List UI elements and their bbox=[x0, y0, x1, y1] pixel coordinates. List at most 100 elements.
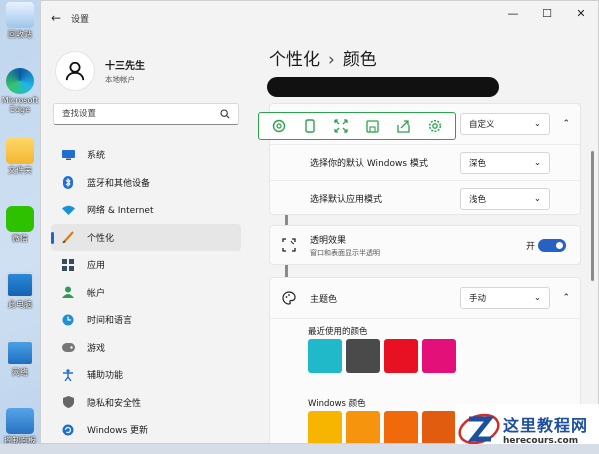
chevron-down-icon: ⌄ bbox=[533, 193, 541, 204]
phone-icon[interactable] bbox=[300, 116, 320, 136]
monitor-icon bbox=[61, 148, 75, 162]
sidebar-item-windows-update[interactable]: Windows 更新 bbox=[51, 416, 241, 443]
sidebar-item-accounts[interactable]: 帐户 bbox=[51, 279, 241, 307]
accessibility-icon bbox=[61, 368, 75, 382]
sidebar-item-system[interactable]: 系统 bbox=[51, 141, 241, 169]
ocr-icon[interactable] bbox=[269, 116, 289, 136]
sidebar-item-label: Windows 更新 bbox=[87, 426, 149, 437]
sidebar-item-bluetooth[interactable]: 蓝牙和其他设备 bbox=[51, 169, 241, 197]
recent-colors-label: 最近使用的颜色 bbox=[308, 327, 368, 337]
recycle-bin-icon bbox=[6, 2, 34, 28]
breadcrumb-separator: › bbox=[328, 50, 335, 70]
dropdown-value: 自定义 bbox=[469, 120, 495, 130]
sidebar-item-label: 辅助功能 bbox=[87, 371, 124, 382]
toggle-state-label: 开 bbox=[525, 241, 535, 252]
update-icon bbox=[61, 423, 75, 437]
gamepad-icon bbox=[61, 340, 75, 354]
app-mode-row: 选择默认应用模式 浅色 ⌄ bbox=[270, 180, 580, 216]
user-name: 十三先生 bbox=[105, 61, 145, 72]
avatar bbox=[55, 51, 95, 91]
desktop-icon-edge[interactable]: Microsoft Edge bbox=[0, 68, 40, 114]
brush-icon bbox=[61, 230, 75, 244]
folder-icon bbox=[6, 138, 34, 164]
dropdown-value: 浅色 bbox=[469, 194, 487, 205]
gear-icon[interactable] bbox=[425, 116, 445, 136]
bluetooth-icon bbox=[61, 175, 75, 189]
transparency-toggle[interactable] bbox=[538, 238, 566, 252]
accent-color-dropdown[interactable]: 手动 ⌄ bbox=[460, 287, 550, 309]
windows-mode-row: 选择你的默认 Windows 模式 深色 ⌄ bbox=[270, 144, 580, 180]
desktop-icon-label: 文件夹 bbox=[8, 166, 32, 175]
close-button[interactable]: ✕ bbox=[564, 7, 598, 20]
palette-icon bbox=[282, 291, 296, 308]
windows-color-swatch[interactable] bbox=[422, 411, 456, 443]
settings-window: ← 设置 — ☐ ✕ 十三先生 本地帐户 查找设置 系统 蓝牙和其他设备 网络 … bbox=[40, 0, 599, 444]
windows-color-swatch[interactable] bbox=[384, 411, 418, 443]
sidebar-item-label: 隐私和安全性 bbox=[87, 398, 142, 409]
taskbar bbox=[0, 444, 599, 454]
sidebar-item-label: 蓝牙和其他设备 bbox=[87, 178, 151, 189]
sidebar-item-label: 系统 bbox=[87, 151, 106, 162]
back-button[interactable]: ← bbox=[41, 11, 71, 25]
sidebar-item-label: 个性化 bbox=[87, 233, 115, 244]
desktop-icon-label: 此电脑 bbox=[8, 300, 32, 309]
transparency-icon bbox=[282, 238, 296, 255]
user-profile[interactable]: 十三先生 本地帐户 bbox=[41, 35, 246, 97]
sidebar-item-accessibility[interactable]: 辅助功能 bbox=[51, 361, 241, 389]
sidebar-nav: 系统 蓝牙和其他设备 网络 & Internet 个性化 应用 帐户 时间和语言… bbox=[51, 141, 241, 443]
sidebar-item-personalization[interactable]: 个性化 bbox=[51, 223, 241, 251]
windows-colors-label: Windows 颜色 bbox=[308, 399, 366, 409]
sidebar-item-privacy[interactable]: 隐私和安全性 bbox=[51, 389, 241, 417]
transparency-card: 透明效果 窗口和表面显示半透明 开 bbox=[269, 225, 581, 265]
sidebar-item-time-language[interactable]: 时间和语言 bbox=[51, 306, 241, 334]
window-controls: — ☐ ✕ bbox=[496, 7, 598, 20]
sidebar-item-label: 时间和语言 bbox=[87, 316, 133, 327]
desktop-icon-wechat[interactable]: 微信 bbox=[0, 206, 40, 243]
breadcrumb-current: 颜色 bbox=[342, 50, 377, 70]
content-scrollbar[interactable] bbox=[591, 151, 594, 281]
desktop-icon-control-panel[interactable]: 控制面板 bbox=[0, 408, 40, 445]
main-content: 个性化 › 颜色 自定义 ⌄ ⌃ 选择你的默认 Windows 模式 深色 ⌄ bbox=[261, 35, 591, 443]
windows-color-swatch[interactable] bbox=[346, 411, 380, 443]
watermark-text: 这里教程网 herecours.com bbox=[503, 412, 588, 446]
save-icon[interactable] bbox=[363, 116, 383, 136]
desktop-icon-recycle-bin[interactable]: 回收站 bbox=[0, 2, 40, 39]
dropdown-value: 深色 bbox=[469, 158, 487, 169]
search-input[interactable] bbox=[62, 109, 220, 119]
windows-color-swatch[interactable] bbox=[308, 411, 342, 443]
chevron-up-icon[interactable]: ⌃ bbox=[562, 119, 570, 129]
desktop-icon-network[interactable]: 网络 bbox=[0, 340, 40, 377]
sidebar-item-network[interactable]: 网络 & Internet bbox=[51, 196, 241, 224]
sidebar-item-gaming[interactable]: 游戏 bbox=[51, 334, 241, 362]
account-icon bbox=[61, 285, 75, 299]
desktop-icon-this-pc[interactable]: 此电脑 bbox=[0, 272, 40, 309]
window-title: 设置 bbox=[71, 14, 90, 25]
dropdown-value: 手动 bbox=[469, 294, 487, 304]
breadcrumb-parent[interactable]: 个性化 bbox=[269, 50, 320, 70]
recent-color-swatch[interactable] bbox=[346, 339, 380, 373]
desktop-icon-label: Microsoft Edge bbox=[1, 96, 39, 114]
watermark-title: 这里教程网 bbox=[503, 416, 589, 435]
desktop-icon-label: 回收站 bbox=[8, 30, 32, 39]
shield-icon bbox=[61, 395, 75, 409]
share-icon[interactable] bbox=[394, 116, 414, 136]
floating-toolbar bbox=[258, 112, 456, 140]
color-mode-dropdown[interactable]: 自定义 ⌄ bbox=[460, 113, 550, 135]
page-title: 个性化 › 颜色 bbox=[269, 45, 377, 70]
wechat-icon bbox=[6, 206, 34, 232]
user-icon bbox=[65, 61, 85, 81]
expand-icon[interactable] bbox=[331, 116, 351, 136]
chevron-up-icon[interactable]: ⌃ bbox=[562, 293, 570, 303]
app-mode-dropdown[interactable]: 浅色 ⌄ bbox=[460, 187, 550, 210]
apps-icon bbox=[61, 258, 75, 272]
desktop-icon-folder[interactable]: 文件夹 bbox=[0, 138, 40, 175]
recent-color-swatch[interactable] bbox=[308, 339, 342, 373]
search-box[interactable] bbox=[53, 103, 239, 125]
sidebar: 十三先生 本地帐户 系统 蓝牙和其他设备 网络 & Internet bbox=[41, 35, 246, 443]
sidebar-item-apps[interactable]: 应用 bbox=[51, 251, 241, 279]
minimize-button[interactable]: — bbox=[496, 7, 530, 20]
recent-color-swatch[interactable] bbox=[422, 339, 456, 373]
windows-mode-dropdown[interactable]: 深色 ⌄ bbox=[460, 151, 550, 174]
maximize-button[interactable]: ☐ bbox=[530, 7, 564, 20]
recent-color-swatch[interactable] bbox=[384, 339, 418, 373]
